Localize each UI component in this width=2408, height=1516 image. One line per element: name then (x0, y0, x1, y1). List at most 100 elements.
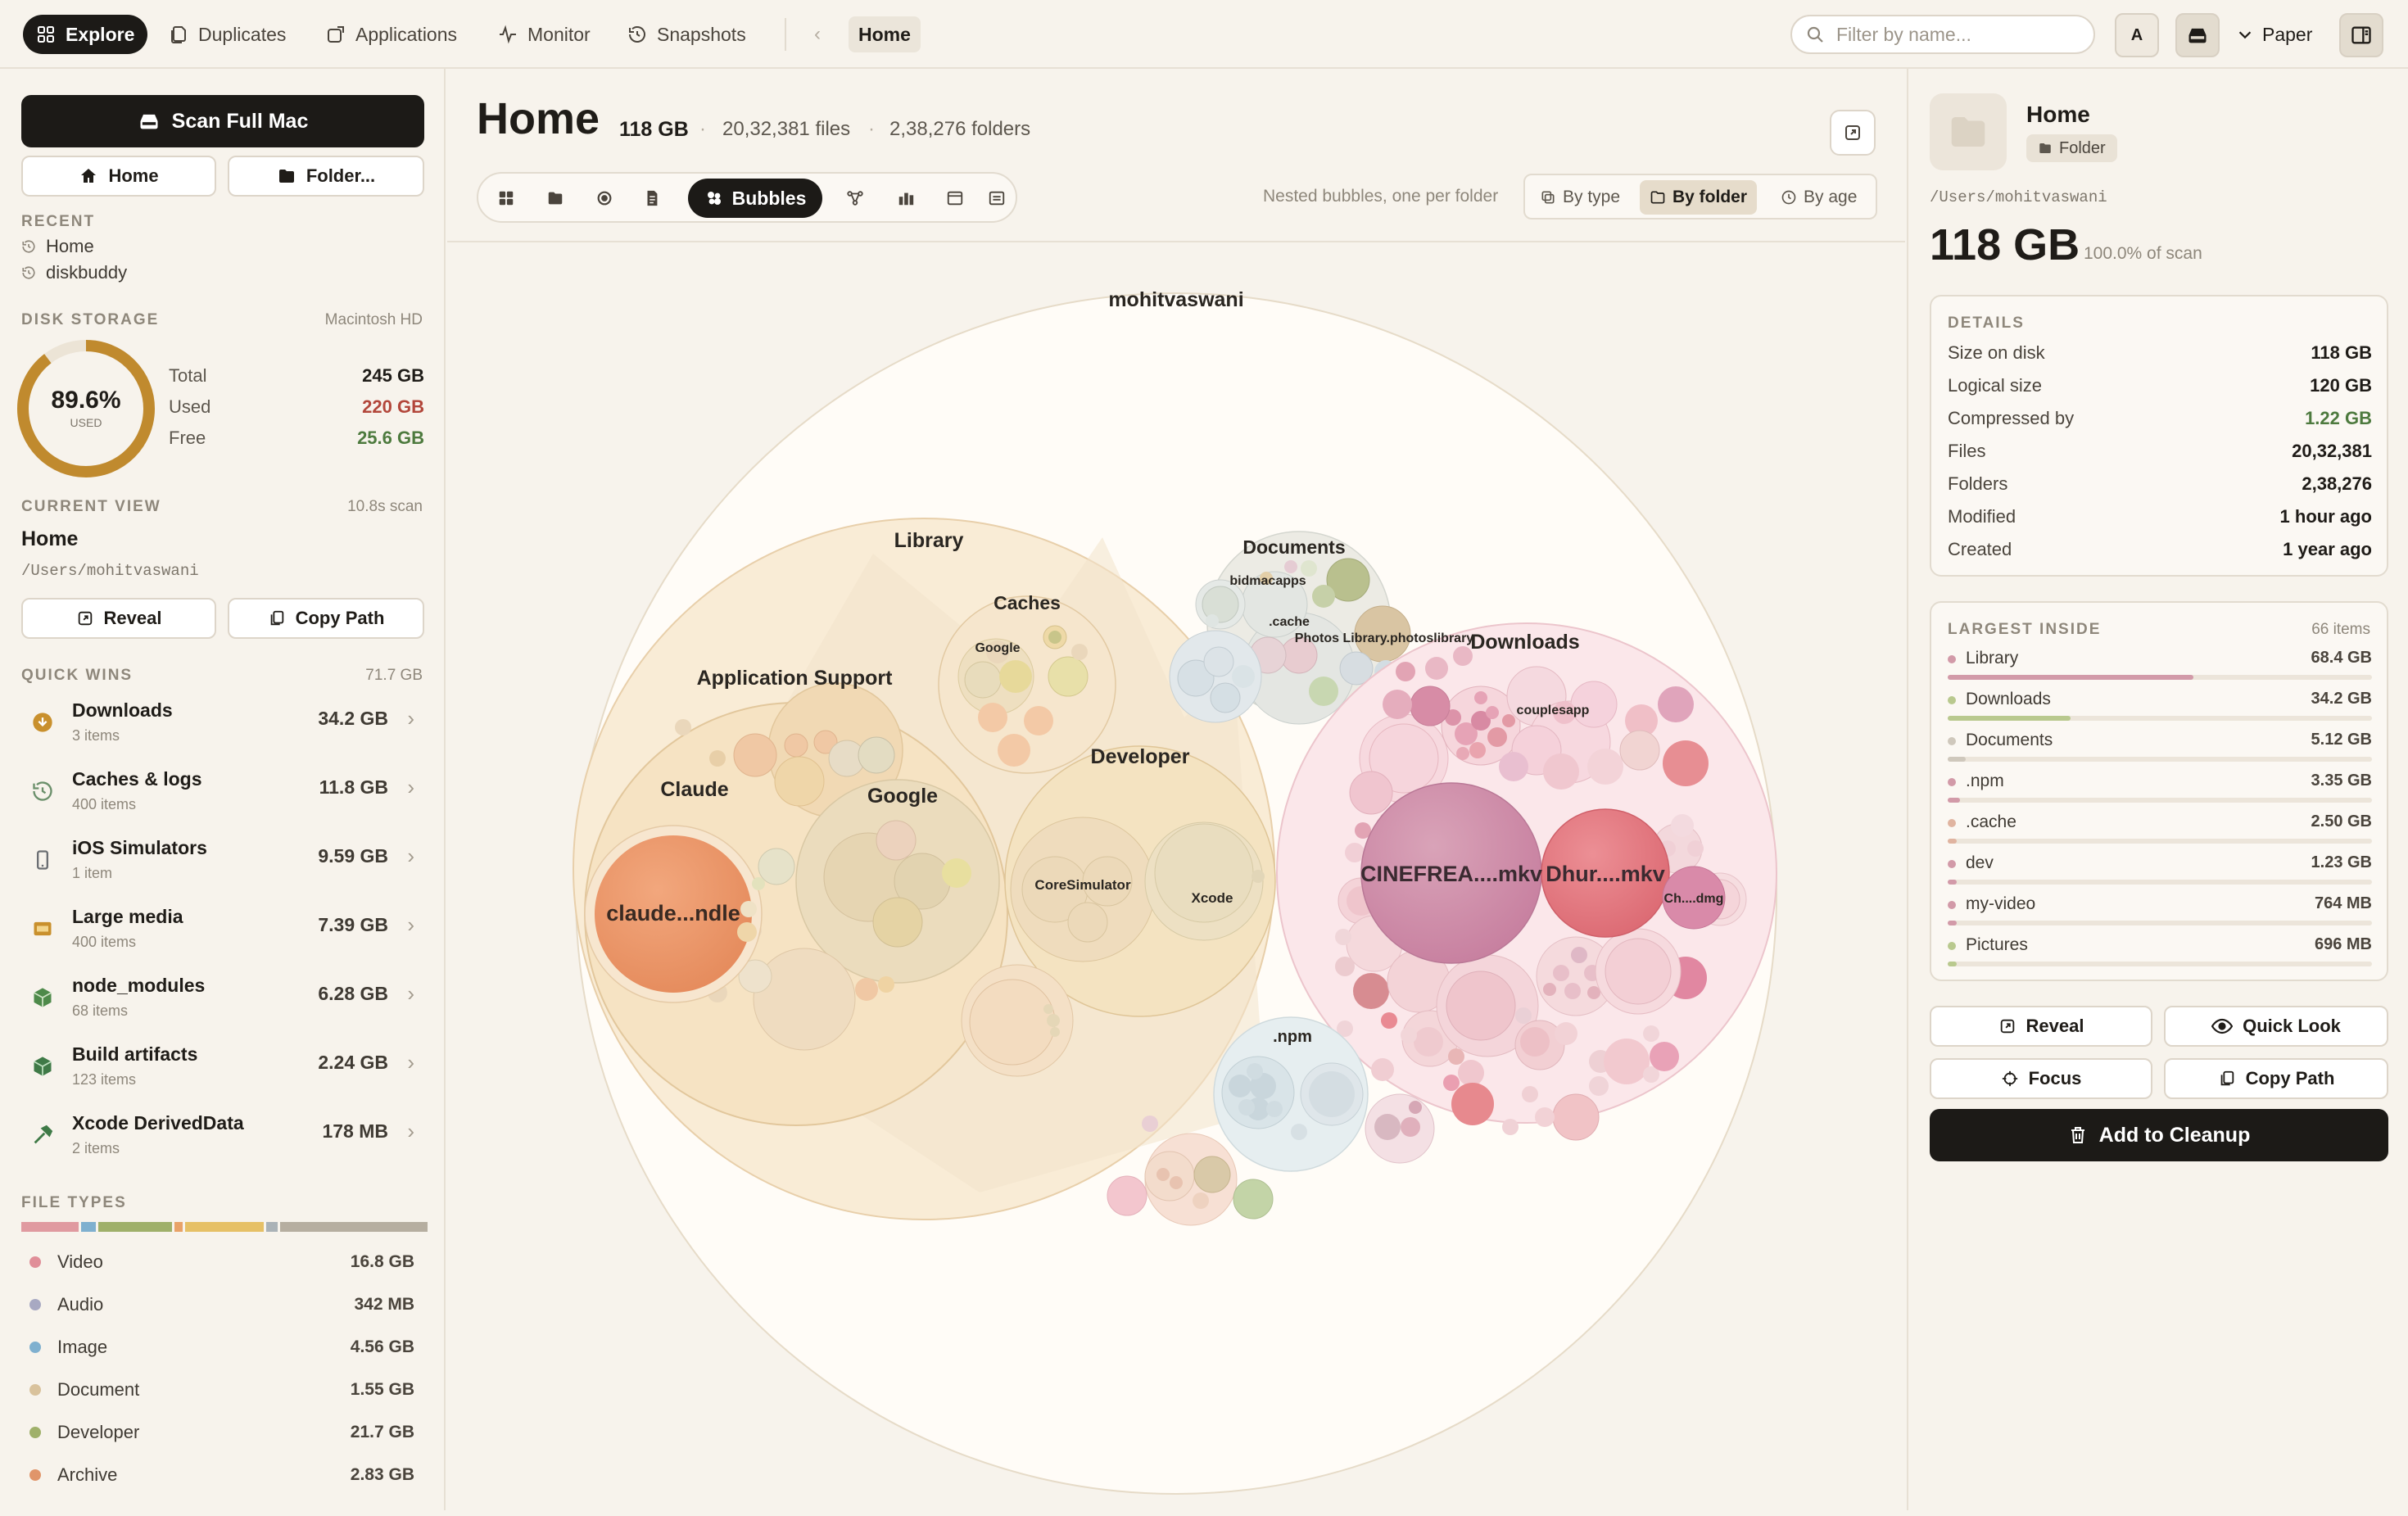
selected-size: 118 GB (1930, 220, 2080, 269)
view-bar-chart-button[interactable] (886, 179, 926, 218)
back-chevron-icon[interactable]: ‹ (814, 23, 821, 46)
folder-icon (2039, 143, 2051, 153)
bubble-small-green[interactable] (1233, 1179, 1274, 1220)
quick-look-button[interactable]: Quick Look (2164, 1006, 2388, 1047)
view-bubbles-button[interactable]: Bubbles (688, 179, 822, 218)
view-graph-button[interactable] (835, 179, 875, 218)
focus-button[interactable]: Focus (1930, 1058, 2152, 1099)
quick-win-xcode-deriveddata[interactable]: Xcode DerivedData 2 items 178 MB › (21, 1104, 424, 1170)
largest-item[interactable]: dev 1.23 GB (1948, 853, 2372, 894)
bubble-canvas[interactable]: mohitvaswani Library Application Support… (447, 241, 1905, 1510)
chevron-right-icon: › (407, 775, 414, 799)
tab-duplicates[interactable]: Duplicates (156, 15, 299, 54)
quick-win-title: iOS Simulators (72, 837, 207, 858)
detail-value: 1.22 GB (2305, 408, 2372, 428)
quick-win-downloads[interactable]: Downloads 3 items 34.2 GB › (21, 691, 424, 757)
file-type-segment (98, 1222, 172, 1232)
drive-button[interactable] (2175, 13, 2220, 57)
quick-win-ios-simulators[interactable]: iOS Simulators 1 item 9.59 GB › (21, 829, 424, 894)
scan-full-mac-button[interactable]: Scan Full Mac (21, 95, 424, 147)
bubble-lower-left-cluster[interactable] (1144, 1133, 1238, 1226)
reveal-button[interactable]: Reveal (21, 598, 216, 639)
view-details-button[interactable] (984, 179, 1009, 218)
recent-item-home[interactable]: Home (21, 236, 94, 257)
chevron-right-icon: › (407, 706, 414, 731)
tab-applications[interactable]: Applications (313, 15, 470, 54)
quick-win-size: 178 MB (322, 1120, 388, 1142)
file-type-size: 4.56 GB (350, 1337, 414, 1356)
disk-total-row: Total 245 GB (169, 365, 424, 387)
file-type-image[interactable]: Image 4.56 GB (29, 1337, 414, 1358)
breadcrumb[interactable]: Home (849, 16, 921, 52)
largest-item[interactable]: Downloads 34.2 GB (1948, 690, 2372, 731)
home-button[interactable]: Home (21, 156, 216, 197)
detail-row: Logical size 120 GB (1948, 375, 2372, 396)
tab-snapshots[interactable]: Snapshots (614, 15, 759, 54)
choose-folder-button[interactable]: Folder... (228, 156, 424, 197)
chevron-right-icon: › (407, 912, 414, 937)
copy-path-button[interactable]: Copy Path (228, 598, 424, 639)
color-by-age-button[interactable]: By age (1771, 180, 1867, 215)
tab-explore[interactable]: Explore (23, 15, 148, 54)
theme-selector[interactable]: Paper (2236, 15, 2312, 54)
file-type-developer[interactable]: Developer 21.7 GB (29, 1422, 414, 1443)
bubble-fragment (1409, 1101, 1422, 1114)
tab-monitor[interactable]: Monitor (485, 15, 604, 54)
color-by-folder-button[interactable]: By folder (1640, 180, 1758, 215)
detail-value: 2,38,276 (2302, 473, 2372, 494)
largest-item[interactable]: Documents 5.12 GB (1948, 731, 2372, 772)
file-type-segment (185, 1222, 264, 1232)
add-to-cleanup-button[interactable]: Add to Cleanup (1930, 1109, 2388, 1161)
view-bubbles-label: Bubbles (731, 187, 807, 209)
largest-item[interactable]: .npm 3.35 GB (1948, 772, 2372, 812)
avatar-button[interactable]: A (2115, 13, 2159, 57)
file-type-archive[interactable]: Archive 2.83 GB (29, 1464, 414, 1486)
view-table-button[interactable] (935, 179, 975, 218)
detail-value: 118 GB (2311, 342, 2372, 363)
view-sunburst-button[interactable] (585, 179, 624, 218)
bubble-caches[interactable] (938, 595, 1116, 774)
bubble-lower-cluster[interactable] (961, 964, 1074, 1077)
detail-label: Files (1948, 441, 1986, 461)
quick-win-title: Xcode DerivedData (72, 1112, 244, 1134)
quick-win-large-media[interactable]: Large media 400 items 7.39 GB › (21, 898, 424, 963)
legend-dot (1948, 860, 1956, 868)
bubble-label-claude-bundle: claude...ndle (606, 901, 740, 925)
drive-icon (2188, 28, 2207, 43)
bubble-small-rose[interactable] (1107, 1175, 1147, 1216)
view-list-button[interactable] (632, 179, 672, 218)
toggle-inspector-button[interactable] (2339, 13, 2383, 57)
quick-win-build-artifacts[interactable]: Build artifacts 123 items 2.24 GB › (21, 1035, 424, 1101)
kind-badge: Folder (2026, 134, 2117, 162)
size-bar-fill (1948, 880, 1958, 885)
view-grid-button[interactable] (487, 179, 526, 218)
largest-item[interactable]: Pictures 696 MB (1948, 935, 2372, 976)
search-input[interactable] (1835, 22, 2080, 47)
largest-item[interactable]: .cache 2.50 GB (1948, 812, 2372, 853)
copy-path-button[interactable]: Copy Path (2164, 1058, 2388, 1099)
open-external-button[interactable] (1830, 110, 1876, 156)
graph-icon (847, 191, 863, 206)
reveal-button[interactable]: Reveal (1930, 1006, 2152, 1047)
color-by-type-button[interactable]: By type (1530, 180, 1630, 215)
quick-win-caches[interactable]: Caches & logs 400 items 11.8 GB › (21, 760, 424, 826)
bubble-cache-sub[interactable] (1169, 630, 1262, 723)
file-type-video[interactable]: Video 16.8 GB (29, 1251, 414, 1273)
file-type-label: Archive (57, 1464, 118, 1485)
quick-win-node-modules[interactable]: node_modules 68 items 6.28 GB › (21, 966, 424, 1032)
recent-item-diskbuddy[interactable]: diskbuddy (21, 262, 127, 283)
file-type-audio[interactable]: Audio 342 MB (29, 1294, 414, 1315)
detail-row: Files 20,32,381 (1948, 441, 2372, 462)
copy-path-label: Copy Path (2245, 1068, 2335, 1088)
size-bar-track (1948, 757, 2372, 762)
largest-item[interactable]: my-video 764 MB (1948, 894, 2372, 935)
volume-name: Macintosh HD (324, 311, 423, 328)
view-folder-button[interactable] (536, 179, 575, 218)
selected-path: /Users/mohitvaswani (1930, 188, 2107, 206)
document-icon (647, 190, 658, 206)
detail-label: Compressed by (1948, 408, 2075, 428)
bubble-label-cache: .cache (1269, 615, 1310, 629)
search-box[interactable] (1790, 15, 2095, 54)
largest-item[interactable]: Library 68.4 GB (1948, 649, 2372, 690)
file-type-document[interactable]: Document 1.55 GB (29, 1379, 414, 1401)
